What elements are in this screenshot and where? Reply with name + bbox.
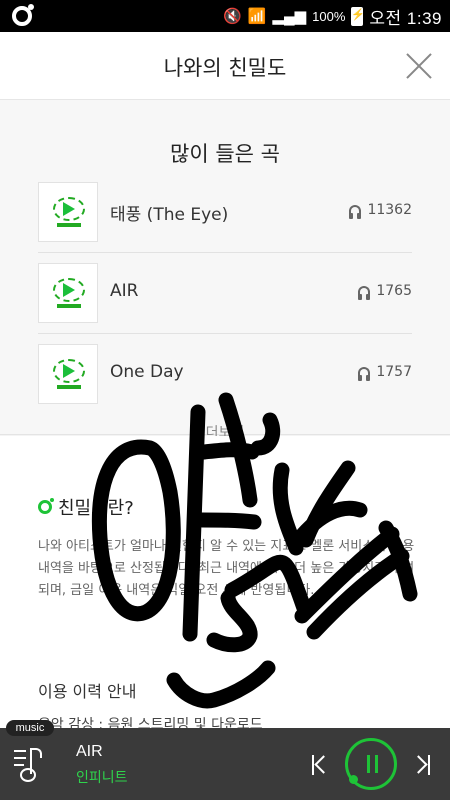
track-title: AIR — [76, 743, 103, 760]
wifi-icon: 📶 — [247, 7, 267, 25]
music-tab[interactable]: music — [6, 720, 54, 736]
app-logo-icon — [12, 4, 34, 26]
song-title: AIR — [110, 281, 139, 301]
page-title: 나와의 친밀도 — [163, 56, 287, 80]
playlist-icon[interactable] — [14, 746, 50, 782]
header: 나와의 친밀도 — [0, 32, 450, 100]
divider — [38, 252, 412, 253]
headphone-icon — [358, 285, 371, 300]
song-item[interactable]: One Day 1757 — [38, 344, 412, 410]
progress-dot — [349, 775, 358, 784]
song-item[interactable]: AIR 1765 — [38, 263, 412, 329]
album-thumbnail — [38, 182, 98, 242]
mute-icon: 🔇 — [223, 7, 242, 25]
signal-icon: ▂▄▆ — [272, 7, 307, 25]
play-count: 1757 — [358, 364, 412, 381]
divider — [38, 333, 412, 334]
song-item[interactable]: 태풍 (The Eye) 11362 — [38, 182, 412, 248]
status-time: 오전 1:39 — [369, 8, 442, 28]
info-body: 나와 아티스트가 얼마나 친한지 알 수 있는 지표로 멜론 서비스의 이용 내… — [38, 539, 415, 598]
battery-icon — [351, 6, 364, 26]
headphone-icon — [349, 204, 362, 219]
song-title: One Day — [110, 362, 184, 382]
play-count-value: 1757 — [376, 364, 412, 380]
previous-track-icon[interactable] — [312, 755, 330, 775]
melon-dot-icon — [38, 498, 54, 514]
album-thumbnail — [38, 344, 98, 404]
play-count-value: 1765 — [376, 283, 412, 299]
battery-percent: 100% — [312, 8, 346, 24]
info-subtitle: 이용 이력 안내 — [38, 682, 137, 701]
top-songs-section: 많이 들은 곡 태풍 (The Eye) 11362 AIR 1765 One … — [0, 100, 450, 441]
next-track-icon[interactable] — [412, 755, 430, 775]
status-right: 🔇 📶 ▂▄▆ 100% 오전 1:39 — [223, 0, 442, 32]
play-count: 1765 — [358, 283, 412, 300]
album-thumbnail — [38, 263, 98, 323]
info-section: 친밀도란? 나와 아티스트가 얼마나 친한지 알 수 있는 지표로 멜론 서비스… — [0, 436, 450, 733]
play-count: 11362 — [349, 202, 412, 219]
play-count-value: 11362 — [367, 202, 412, 218]
mini-player[interactable]: AIR 인피니트 — [0, 728, 450, 800]
headphone-icon — [358, 366, 371, 381]
song-title: 태풍 (The Eye) — [110, 205, 229, 225]
status-bar: 🔇 📶 ▂▄▆ 100% 오전 1:39 — [0, 0, 450, 32]
info-title-text: 친밀도란? — [58, 498, 134, 519]
info-title: 친밀도란? — [38, 494, 134, 520]
pause-button[interactable] — [345, 738, 397, 790]
track-artist: 인피니트 — [76, 770, 128, 786]
top-songs-heading: 많이 들은 곡 — [170, 142, 280, 166]
close-icon[interactable] — [406, 52, 434, 80]
